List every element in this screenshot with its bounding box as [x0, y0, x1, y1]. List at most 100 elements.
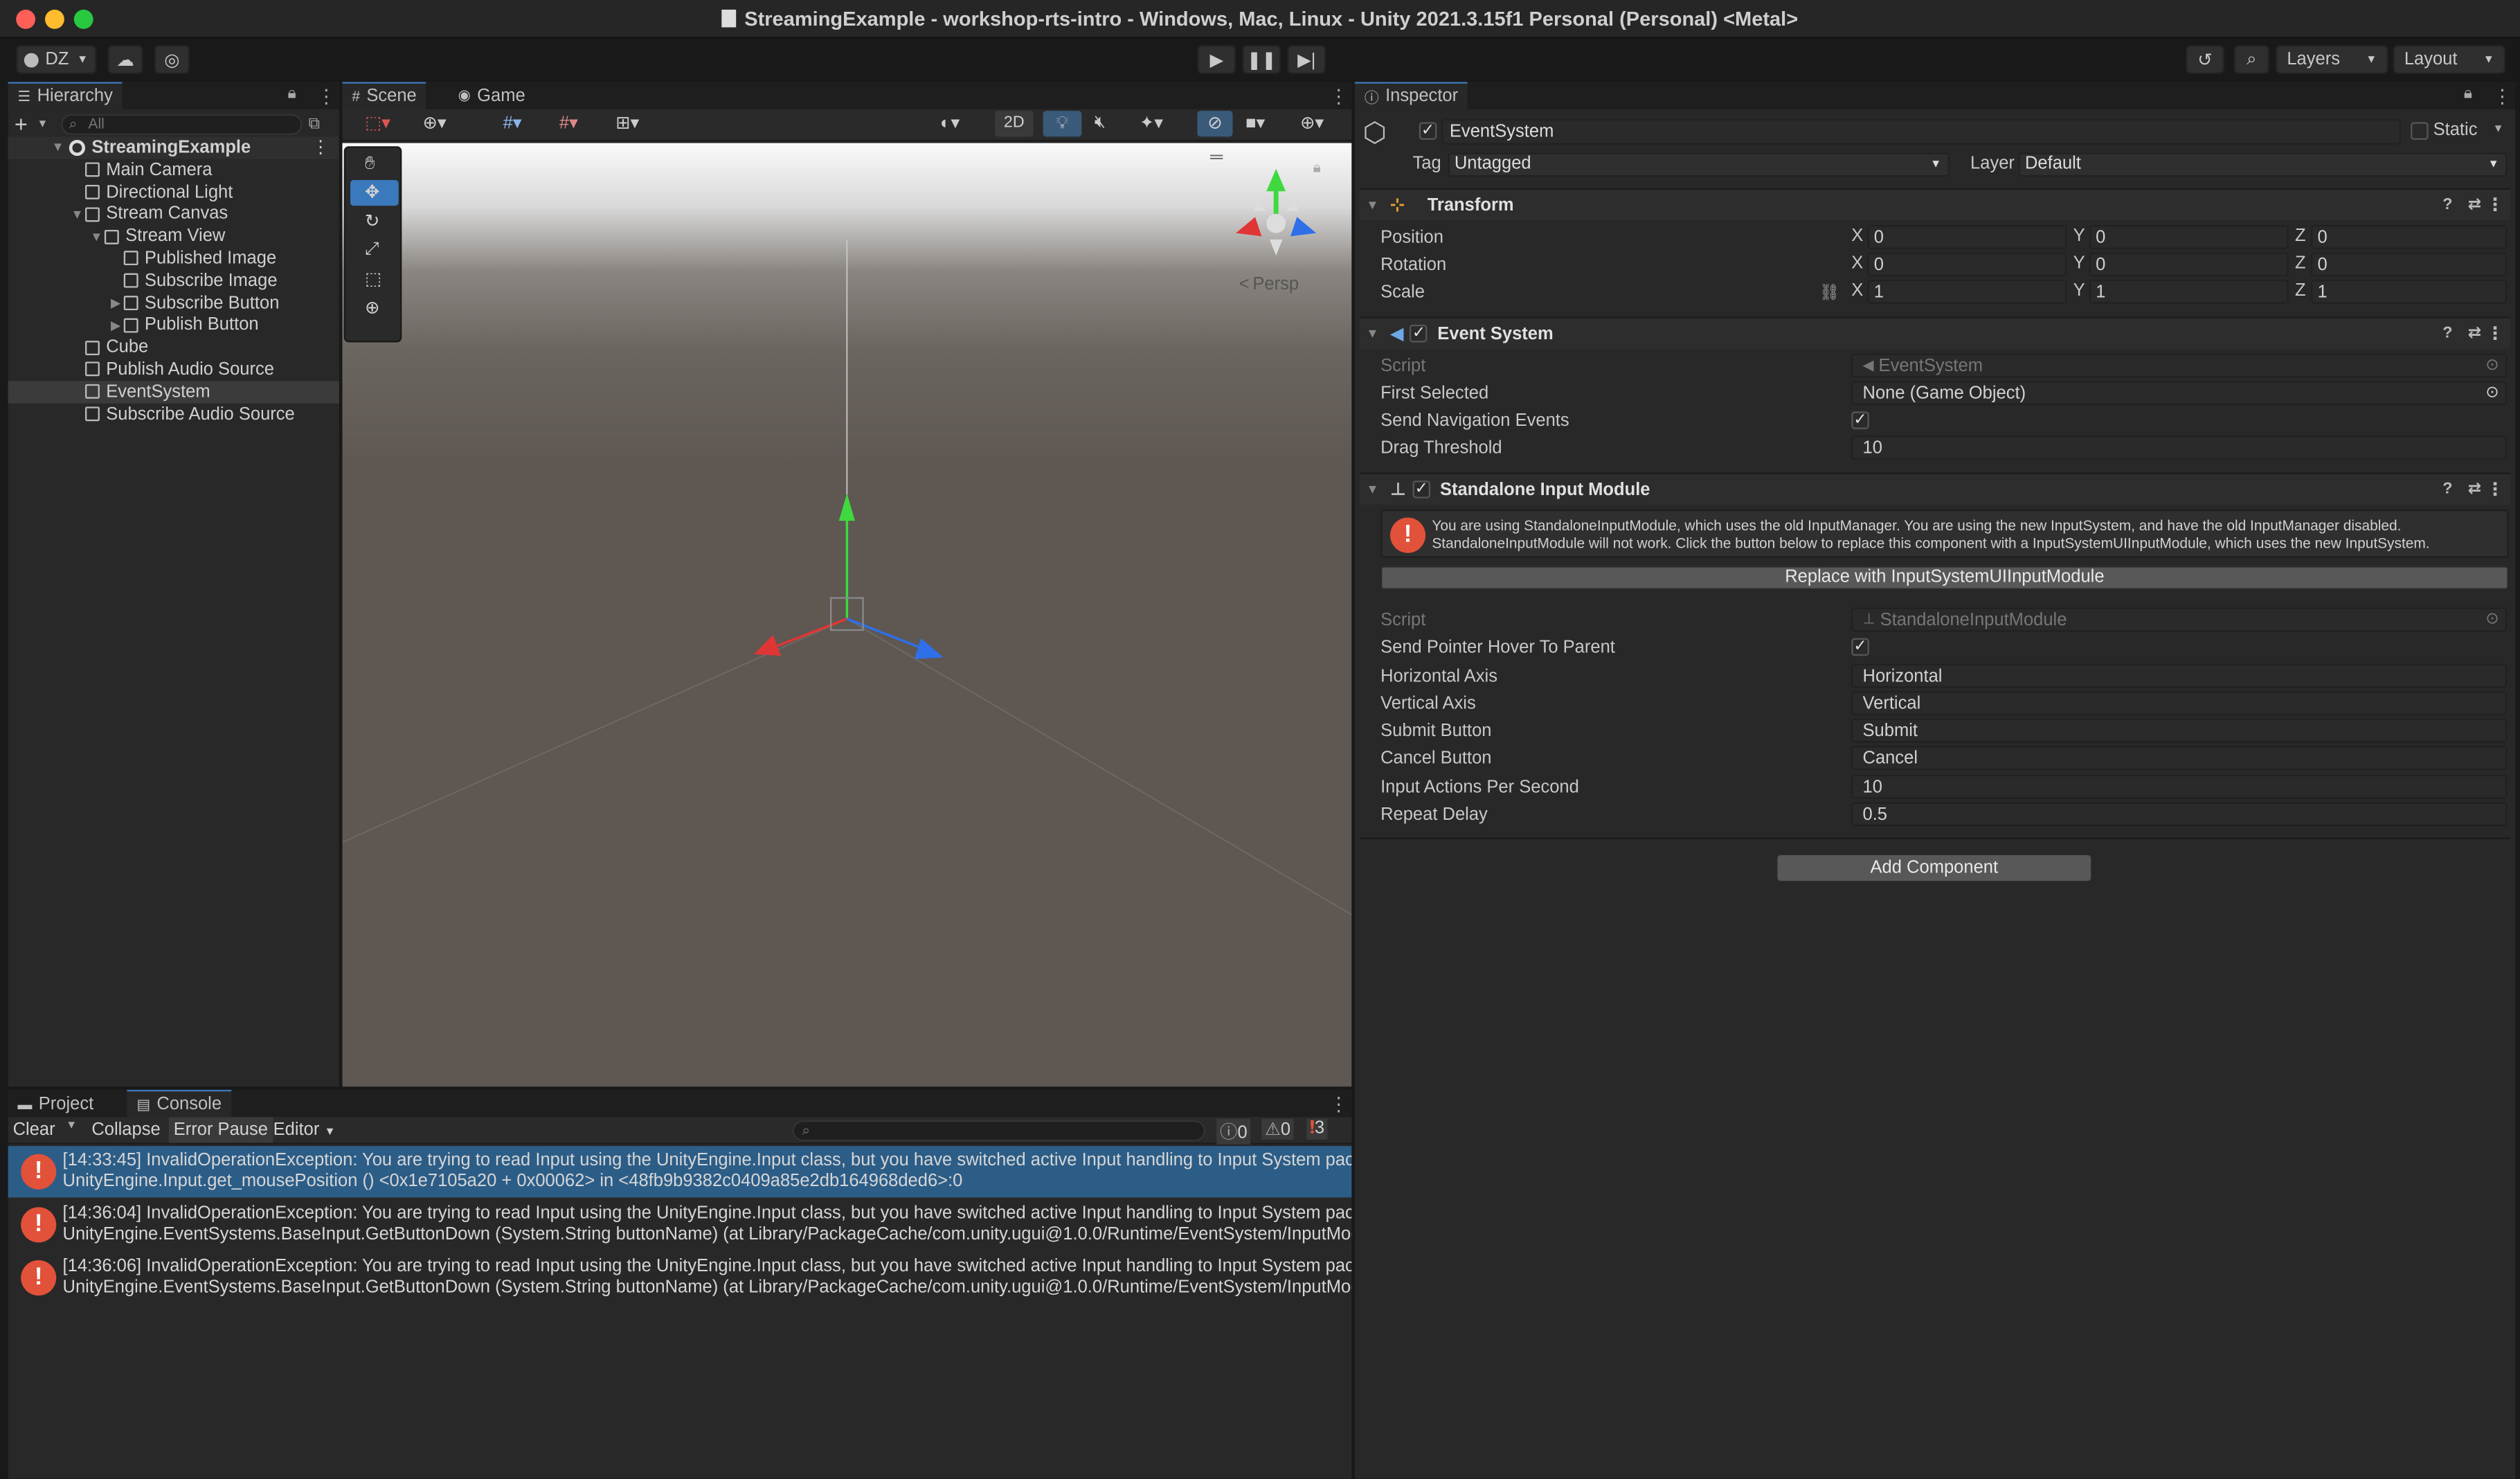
- clear-button[interactable]: Clear: [13, 1120, 55, 1140]
- rotation-z-field[interactable]: 0: [2311, 252, 2508, 277]
- undo-history-button[interactable]: ↺: [2186, 44, 2224, 74]
- more-options-icon[interactable]: ⋮: [316, 85, 336, 107]
- play-button[interactable]: ▶: [1197, 44, 1236, 74]
- fold-open-icon[interactable]: ▼: [50, 141, 66, 155]
- lock-icon[interactable]: 🔒︎: [288, 85, 296, 103]
- error-filter-toggle[interactable]: ❗︎3: [1306, 1118, 1328, 1140]
- console-log-row[interactable]: ! [14:36:04] InvalidOperationException: Y…: [8, 1199, 1351, 1251]
- help-icon[interactable]: ?: [2442, 325, 2452, 343]
- grid-snap-icon[interactable]: #▾: [503, 112, 522, 134]
- vertical-axis-field[interactable]: Vertical: [1851, 691, 2508, 716]
- orientation-gizmo[interactable]: [1226, 162, 1326, 268]
- hierarchy-item[interactable]: Subscribe Image: [8, 270, 339, 292]
- position-x-axis-label[interactable]: X: [1851, 226, 1863, 246]
- add-icon[interactable]: +: [15, 111, 37, 136]
- target-icon[interactable]: ⊙: [2485, 611, 2499, 629]
- hierarchy-item[interactable]: Main Camera: [8, 159, 339, 181]
- editor-dropdown[interactable]: Editor ▼: [273, 1120, 336, 1140]
- tag-dropdown[interactable]: Untagged ▼: [1448, 152, 1950, 177]
- menu-lines-icon[interactable]: ═: [1210, 148, 1223, 168]
- lighting-icon[interactable]: 💡︎: [1043, 111, 1082, 137]
- pause-button[interactable]: ❚❚: [1242, 44, 1281, 74]
- chevron-down-icon[interactable]: ▼: [37, 118, 48, 129]
- help-icon[interactable]: ?: [2442, 481, 2452, 499]
- more-options-icon[interactable]: ⋮: [2486, 479, 2504, 500]
- layer-dropdown[interactable]: Default ▼: [2018, 152, 2508, 177]
- preset-icon[interactable]: ⇄: [2468, 325, 2481, 343]
- projection-label[interactable]: < Persp: [1239, 275, 1299, 294]
- info-filter-toggle[interactable]: ⓘ0: [1216, 1118, 1251, 1145]
- object-name-field[interactable]: EventSystem: [1441, 118, 2402, 145]
- more-options-icon[interactable]: ⋮: [2486, 195, 2504, 215]
- first-selected-field[interactable]: None (Game Object) ⊙: [1851, 381, 2508, 405]
- effects-icon[interactable]: ✦▾: [1140, 112, 1163, 134]
- scale-z-field[interactable]: 1: [2311, 279, 2508, 304]
- snap-increment-icon[interactable]: #▾: [559, 112, 578, 134]
- rect-tool-icon[interactable]: ⬚: [365, 269, 381, 289]
- lock-icon[interactable]: 🔒︎: [1313, 159, 1321, 177]
- collab-button[interactable]: ◎: [154, 44, 190, 74]
- horizontal-axis-field[interactable]: Horizontal: [1851, 663, 2508, 688]
- scene-viewport[interactable]: ✋︎ ✥ ↻ ⤢ ⬚ ⊕ ═ 🔒︎ < Persp: [342, 143, 1352, 1087]
- layers-dropdown[interactable]: Layers ▼: [2276, 44, 2388, 74]
- step-button[interactable]: ▶|: [1287, 44, 1326, 74]
- replace-module-button[interactable]: Replace with InputSystemUIInputModule: [1380, 566, 2509, 590]
- toggle-2d-button[interactable]: 2D: [994, 111, 1034, 137]
- event-system-header[interactable]: ▼ ◀︎ ✓ Event System ? ⇄ ⋮: [1359, 316, 2511, 349]
- hierarchy-item[interactable]: EventSystem: [8, 381, 339, 403]
- error-pause-button[interactable]: Error Pause: [168, 1117, 273, 1143]
- chevron-down-icon[interactable]: ▼: [66, 1120, 77, 1131]
- rotation-y-axis-label[interactable]: Y: [2073, 254, 2085, 274]
- scale-x-field[interactable]: 1: [1867, 279, 2067, 304]
- hierarchy-item[interactable]: Subscribe Audio Source: [8, 403, 339, 424]
- standalone-enabled-checkbox[interactable]: ✓: [1412, 481, 1431, 499]
- cloud-button[interactable]: ☁: [107, 44, 143, 74]
- hierarchy-item[interactable]: Published Image: [8, 248, 339, 269]
- tab-project[interactable]: ▬ Project: [8, 1090, 104, 1117]
- cancel-button-field[interactable]: Cancel: [1851, 746, 2508, 770]
- scale-x-axis-label[interactable]: X: [1851, 281, 1863, 301]
- fold-toggle-icon[interactable]: ▼: [89, 229, 105, 244]
- position-x-field[interactable]: 0: [1867, 224, 2067, 249]
- add-component-button[interactable]: Add Component: [1776, 853, 2093, 883]
- gizmo-tool-icon[interactable]: ⬚▾: [365, 112, 390, 134]
- scene-visibility-icon[interactable]: ⧉: [309, 115, 321, 133]
- more-options-icon[interactable]: ⋮: [2492, 85, 2512, 107]
- tab-scene[interactable]: # Scene: [342, 82, 426, 109]
- move-tool-icon[interactable]: ✥: [365, 181, 379, 203]
- hierarchy-item[interactable]: Directional Light: [8, 181, 339, 203]
- hierarchy-search-input[interactable]: ⌕ All: [61, 113, 303, 134]
- collapse-button[interactable]: Collapse: [91, 1120, 160, 1140]
- position-z-axis-label[interactable]: Z: [2295, 226, 2306, 246]
- hierarchy-item[interactable]: Publish Audio Source: [8, 359, 339, 380]
- help-icon[interactable]: ?: [2442, 196, 2452, 214]
- hierarchy-item[interactable]: ▶ Publish Button: [8, 314, 339, 336]
- scale-y-axis-label[interactable]: Y: [2073, 281, 2085, 301]
- tab-hierarchy[interactable]: ☰ Hierarchy: [8, 82, 123, 109]
- position-y-axis-label[interactable]: Y: [2073, 226, 2085, 246]
- tab-inspector[interactable]: ⓘ Inspector: [1354, 82, 1468, 109]
- fold-toggle-icon[interactable]: ▶: [108, 296, 124, 310]
- search-button[interactable]: ⌕: [2233, 44, 2269, 74]
- position-y-field[interactable]: 0: [2089, 224, 2289, 249]
- console-log-row[interactable]: ! [14:36:06] InvalidOperationException: Y…: [8, 1252, 1351, 1303]
- scale-y-field[interactable]: 1: [2089, 279, 2289, 304]
- event-system-enabled-checkbox[interactable]: ✓: [1410, 324, 1428, 343]
- camera-icon[interactable]: ■▾: [1245, 112, 1265, 134]
- hidden-objects-icon[interactable]: ⊘: [1197, 111, 1233, 137]
- audio-icon[interactable]: 🔇︎: [1095, 112, 1106, 133]
- standalone-header[interactable]: ▼ ⊥ ✓ Standalone Input Module ? ⇄ ⋮: [1359, 472, 2511, 505]
- transform-header[interactable]: ▼ ⊹ Transform ? ⇄ ⋮: [1359, 188, 2511, 221]
- account-dropdown[interactable]: DZ ▼: [16, 44, 97, 74]
- tab-console[interactable]: ▤ Console: [127, 1089, 231, 1118]
- more-options-icon[interactable]: ⋮: [312, 137, 330, 158]
- send-nav-checkbox[interactable]: ✓: [1851, 411, 1869, 429]
- preset-icon[interactable]: ⇄: [2468, 196, 2481, 214]
- constrain-proportions-icon[interactable]: ⛓︎: [1819, 285, 1839, 303]
- hierarchy-item[interactable]: ▼ Stream View: [8, 226, 339, 247]
- active-checkbox[interactable]: ✓: [1419, 122, 1437, 140]
- rotation-x-axis-label[interactable]: X: [1851, 254, 1863, 274]
- preset-icon[interactable]: ⇄: [2468, 481, 2481, 499]
- drag-threshold-field[interactable]: 10: [1851, 436, 2508, 460]
- transform-tool-icon[interactable]: ⊕: [365, 297, 379, 319]
